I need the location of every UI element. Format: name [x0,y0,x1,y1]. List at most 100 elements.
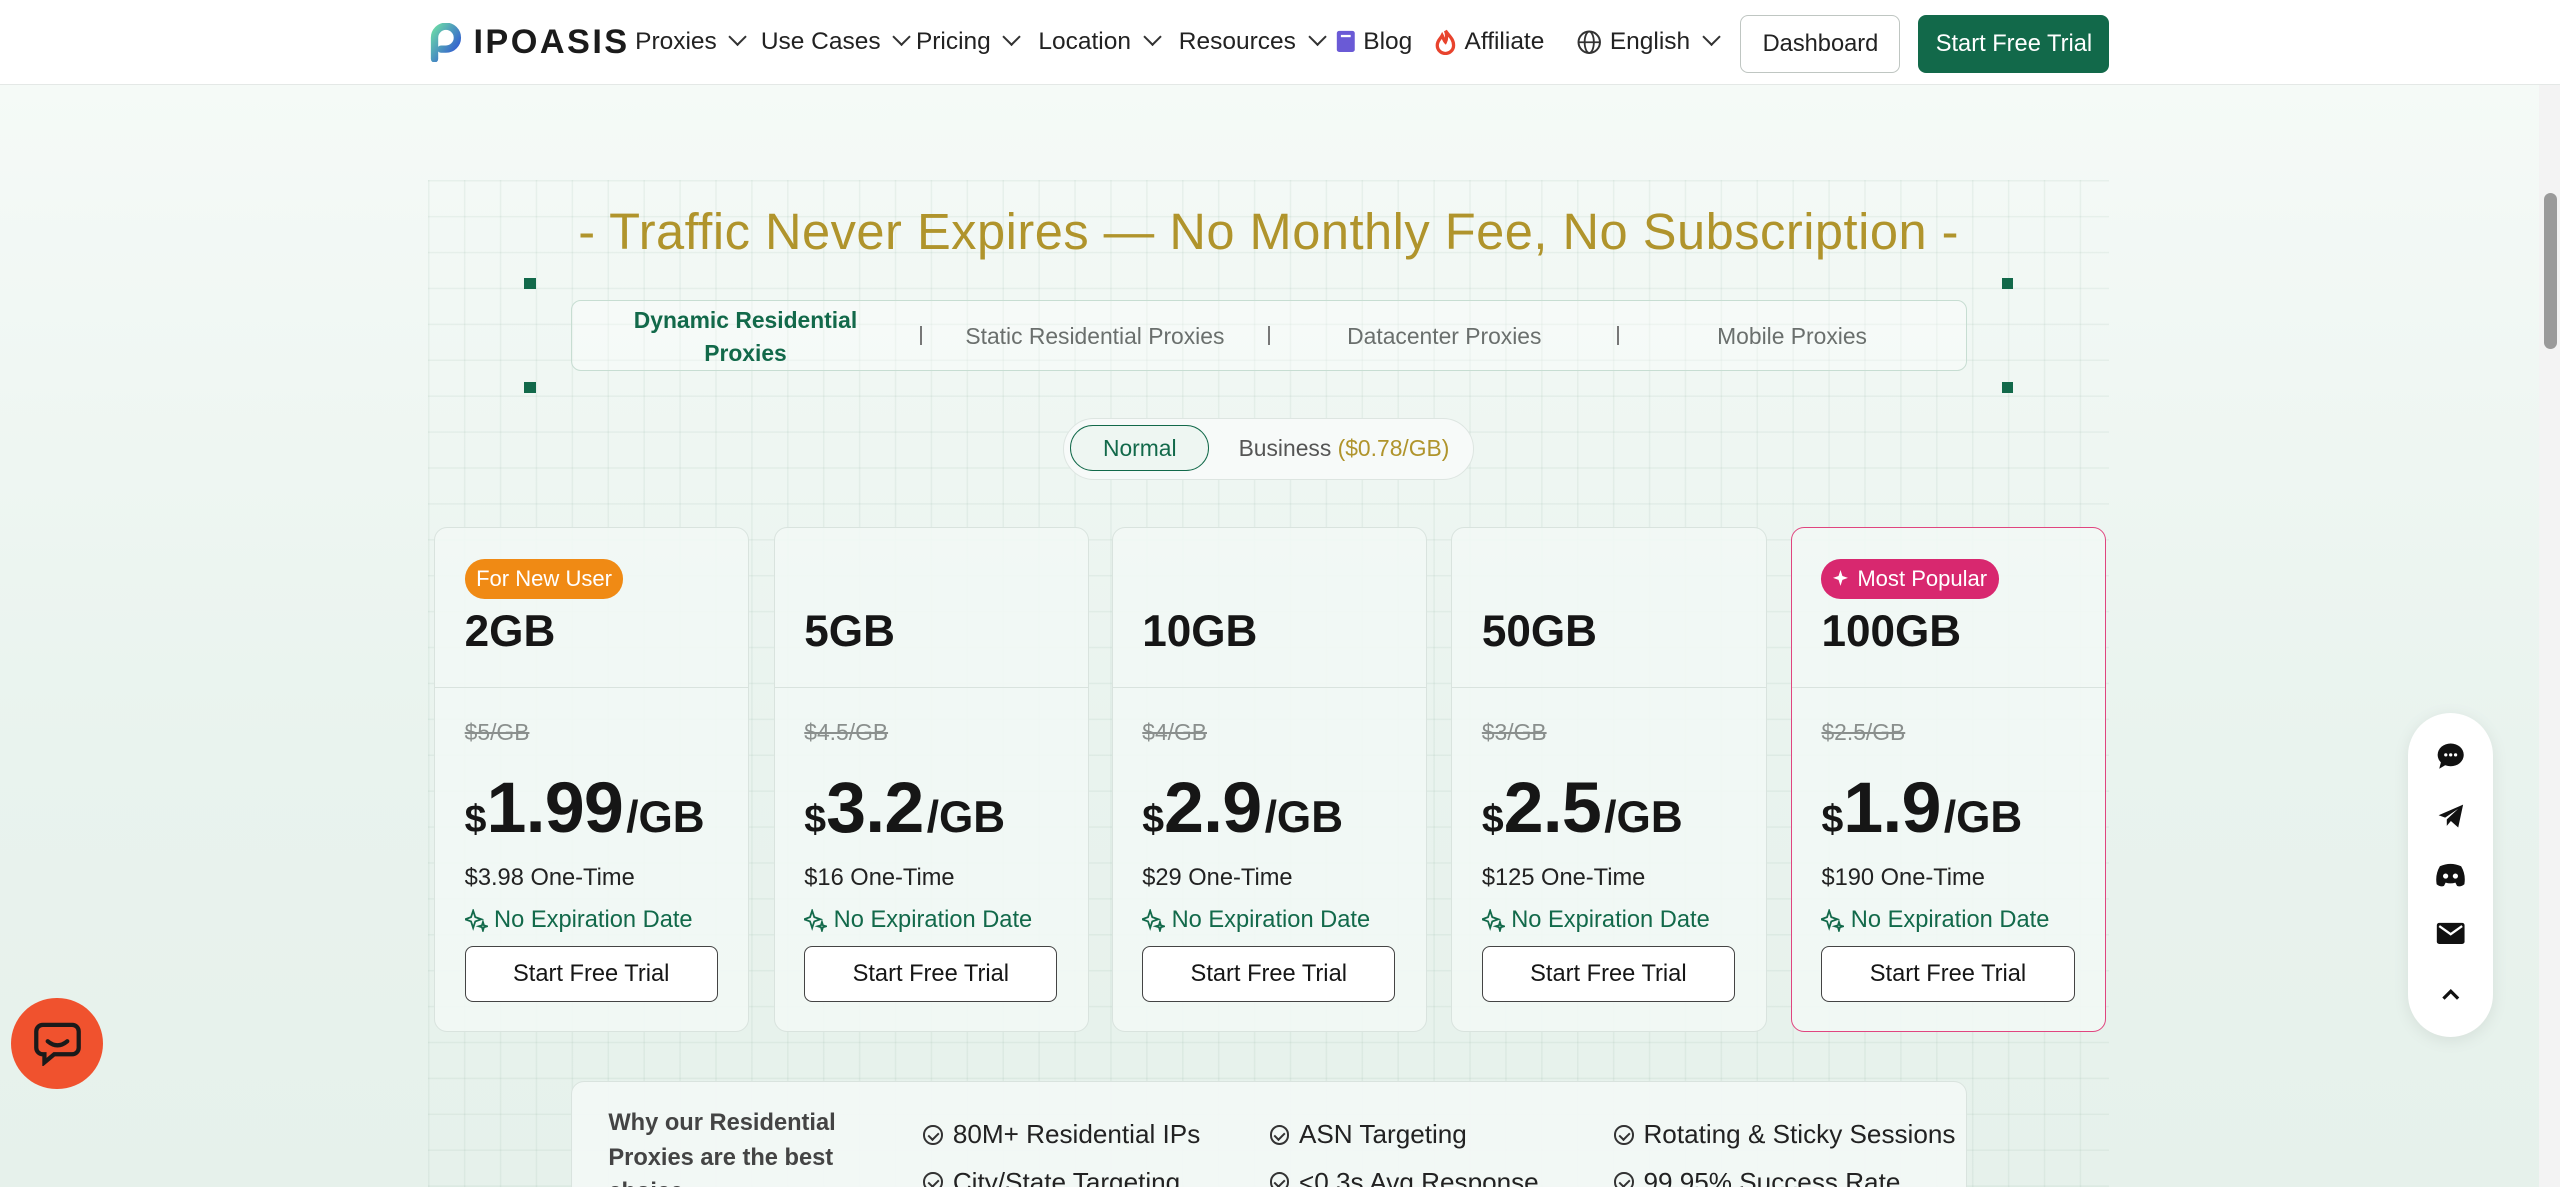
feature-label: <0.3s Avg Response [1298,1166,1539,1187]
start-free-trial-button[interactable]: Start Free Trial [464,946,718,1002]
nav-affiliate-label: Affiliate [1464,27,1545,55]
logo-text: IPOASIS [473,22,630,61]
fire-icon [1435,29,1455,55]
card-divider [1792,686,2106,689]
price: $3.2/GB [804,767,1005,849]
discord-icon[interactable] [2434,859,2467,892]
corner-marker [524,277,536,289]
feature-item: <0.3s Avg Response [1269,1166,1539,1187]
telegram-icon[interactable] [2434,800,2467,833]
nav-use-cases[interactable]: Use Cases [760,27,911,56]
toggle-business-price: ($0.78/GB) [1337,435,1450,462]
start-free-trial-button[interactable]: Start Free Trial [1481,946,1735,1002]
toggle-business[interactable]: Business ($0.78/GB) [1239,435,1450,462]
pricing-headline: - Traffic Never Expires — No Monthly Fee… [578,203,1960,261]
nav-proxies[interactable]: Proxies [635,28,748,56]
price-amount: 3.2 [826,767,924,848]
feature-item: ASN Targeting [1269,1119,1467,1150]
scroll-top-icon[interactable] [2434,978,2467,1011]
sparkle-icon [1481,909,1505,933]
price: $2.9/GB [1142,767,1343,849]
live-chat-button[interactable] [11,997,103,1089]
one-time-total: $3.98 One-Time [464,864,635,891]
no-expiration: No Expiration Date [1821,907,2049,934]
corner-marker [524,382,536,394]
pricing-card-50gb: 50GB $3/GB $2.5/GB $125 One-Time No Expi… [1451,527,1767,1032]
original-price: $5/GB [464,719,530,746]
feature-label: City/State Targeting [952,1166,1181,1187]
price-amount: 1.9 [1843,767,1941,848]
nav-location[interactable]: Location [1038,27,1162,56]
price-currency: $ [464,797,487,841]
scrollbar-thumb[interactable] [2543,192,2557,350]
no-expiration: No Expiration Date [804,907,1032,934]
no-expiration-label: No Expiration Date [1850,907,2050,934]
nav-resources[interactable]: Resources [1178,27,1327,56]
card-divider [1112,686,1426,689]
mail-icon[interactable] [2434,918,2467,951]
language-selector[interactable]: English [1577,27,1721,56]
feature-label: ASN Targeting [1298,1119,1467,1150]
sparkle-icon [1821,909,1845,933]
corner-marker [2001,277,2014,289]
feature-label: 80M+ Residential IPs [952,1119,1201,1150]
tab-mobile[interactable]: Mobile Proxies [1629,301,1956,371]
plan-type-toggle: Normal Business ($0.78/GB) [1062,417,1475,480]
book-icon [1336,31,1355,53]
corner-marker [2001,382,2014,394]
no-expiration: No Expiration Date [464,907,693,934]
chevron-down-icon [892,27,911,47]
nav-affiliate[interactable]: Affiliate [1434,27,1545,56]
most-popular-badge: Most Popular [1821,559,1999,599]
sparkle-icon [1142,909,1166,933]
original-price: $2.5/GB [1821,719,1906,746]
check-circle-icon [923,1125,944,1145]
pricing-card-10gb: 10GB $4/GB $2.9/GB $29 One-Time No Expir… [1111,527,1427,1032]
tab-separator [1267,325,1270,346]
plan-size: 100GB [1821,606,1962,656]
check-circle-icon [1269,1172,1290,1187]
start-free-trial-button[interactable]: Start Free Trial [1142,946,1396,1002]
price-amount: 2.5 [1503,767,1602,848]
start-free-trial-button[interactable]: Start Free Trial [804,946,1058,1002]
toggle-normal[interactable]: Normal [1070,425,1210,472]
no-expiration-label: No Expiration Date [1511,907,1710,934]
chevron-down-icon [1002,27,1022,47]
tab-datacenter[interactable]: Datacenter Proxies [1281,301,1608,371]
dashboard-button[interactable]: Dashboard [1740,14,1901,74]
price-currency: $ [804,797,827,841]
price-unit: /GB [1604,792,1683,842]
nav-blog-label: Blog [1363,27,1413,55]
nav-use-cases-label: Use Cases [760,27,881,55]
one-time-total: $125 One-Time [1481,864,1646,891]
tab-static-residential[interactable]: Static Residential Proxies [932,301,1259,371]
sparkle-icon [1832,569,1848,586]
logo[interactable]: IPOASIS [428,22,630,63]
start-free-trial-button[interactable]: Start Free Trial [1821,946,2075,1002]
for-new-user-badge: For New User [464,559,624,599]
language-label: English [1609,27,1691,55]
plan-size: 10GB [1142,606,1258,656]
chat-icon[interactable] [2434,740,2467,773]
chevron-down-icon [1702,27,1721,47]
header-start-free-trial-button[interactable]: Start Free Trial [1918,14,2110,74]
top-navigation-bar: IPOASIS Proxies Use Cases Pricing Locati… [0,0,2560,85]
original-price: $4/GB [1142,719,1207,746]
plan-size: 50GB [1481,606,1597,656]
feature-item: City/State Targeting [923,1167,1180,1187]
price-unit: /GB [1264,792,1344,842]
nav-location-label: Location [1038,27,1131,55]
feature-item: Rotating & Sticky Sessions [1614,1119,1955,1150]
sparkle-icon [464,909,488,933]
price-unit: /GB [1943,792,2023,842]
one-time-total: $16 One-Time [804,864,955,891]
tab-dynamic-residential[interactable]: Dynamic Residential Proxies [605,301,886,371]
toggle-business-label: Business [1238,435,1332,462]
nav-blog[interactable]: Blog [1336,27,1413,56]
check-circle-icon [1614,1172,1634,1187]
price-unit: /GB [926,792,1006,842]
nav-pricing[interactable]: Pricing [916,27,1022,56]
nav-resources-label: Resources [1178,27,1296,55]
price-amount: 2.9 [1164,767,1262,848]
no-expiration-label: No Expiration Date [494,907,693,934]
